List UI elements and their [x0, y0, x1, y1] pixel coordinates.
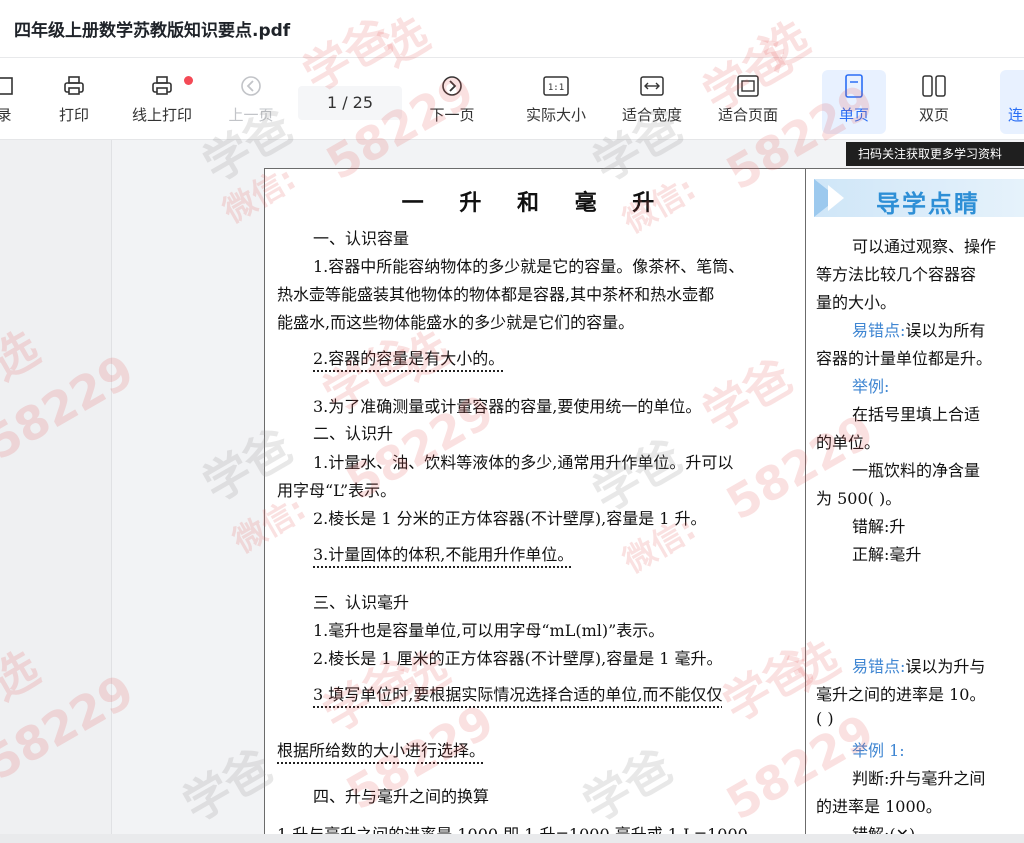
actual-size-icon: 1:1 [520, 72, 592, 100]
page-heading: 一 升 和 毫 升 [401, 190, 669, 216]
text-line: 一、认识容量 [313, 229, 410, 248]
promo-tooltip: 扫码关注获取更多学习资料 [846, 142, 1024, 166]
title-bar: 四年级上册数学苏教版知识要点.pdf [0, 0, 1024, 58]
toc-button[interactable]: 录 [0, 72, 22, 125]
wrong-answer-line: 错解:升 [852, 517, 906, 536]
pitfall-text: 误以为所有 [905, 321, 986, 340]
side-banner: 导学点睛 [814, 179, 1024, 218]
single-page-label: 单页 [838, 106, 869, 124]
side-text-line: 判断:升与毫升之间 [852, 769, 986, 788]
side-text-line: 易错点:误以为所有 [852, 317, 985, 341]
text-line-emphasis: 2.容器的容量是有大小的。 [313, 349, 505, 368]
side-text-line: 在括号里填上合适 [852, 405, 981, 424]
side-text-line: 等方法比较几个容器容 [816, 265, 977, 284]
document-title: 四年级上册数学苏教版知识要点.pdf [14, 21, 291, 41]
side-text-line: 容器的计量单位都是升。 [816, 349, 993, 368]
example-label: 举例 1: [852, 741, 905, 760]
continuous-label: 连 [1008, 106, 1024, 124]
double-page-button[interactable]: 双页 [908, 72, 960, 125]
actual-size-icon-text: 1:1 [548, 83, 564, 93]
side-text-line: 的单位。 [816, 433, 881, 452]
example-label: 举例: [852, 377, 890, 396]
text-line: 四、升与毫升之间的换算 [313, 787, 490, 806]
thumbnail-panel [0, 140, 112, 843]
actual-size-button[interactable]: 1:1 实际大小 [520, 72, 592, 125]
side-text-line: 可以通过观察、操作 [852, 237, 997, 256]
pitfall-label: 易错点: [852, 657, 906, 676]
text-line: 3.为了准确测量或计量容器的容量,要使用统一的单位。 [313, 397, 702, 416]
text-line: 用字母“L”表示。 [277, 481, 397, 500]
text-line: 1.容器中所能容纳物体的多少就是它的容量。像茶杯、笔筒、 [313, 257, 745, 276]
double-page-label: 双页 [918, 106, 949, 124]
prev-page-icon [226, 72, 276, 100]
text-line: 2.棱长是 1 分米的正方体容器(不计壁厚),容量是 1 升。 [313, 509, 707, 528]
fit-page-button[interactable]: 适合页面 [712, 72, 784, 125]
next-page-button[interactable]: 下一页 [426, 72, 478, 125]
fit-page-icon [712, 72, 784, 100]
fit-page-label: 适合页面 [717, 106, 778, 124]
continuous-icon [1000, 72, 1024, 100]
side-text-line: ( ) [816, 709, 834, 728]
double-page-icon [908, 72, 960, 100]
pdf-page: 一 升 和 毫 升 一、认识容量 1.容器中所能容纳物体的多少就是它的容量。像茶… [264, 168, 1024, 843]
next-page-icon [426, 72, 478, 100]
toc-icon [0, 72, 22, 100]
side-title: 导学点睛 [876, 189, 980, 218]
side-column: 导学点睛 可以通过观察、操作 等方法比较几个容器容 量的大小。 易错点:误以为所… [806, 169, 1024, 843]
text-line: 2.棱长是 1 厘米的正方体容器(不计壁厚),容量是 1 毫升。 [313, 649, 723, 668]
text-line-emphasis: 3.计量固体的体积,不能用升作单位。 [313, 545, 574, 564]
prev-page-label: 上一页 [228, 106, 274, 124]
fit-width-label: 适合宽度 [621, 106, 682, 124]
text-line-emphasis: 根据所给数的大小进行选择。 [277, 741, 486, 760]
pitfall-text: 误以为升与 [905, 657, 986, 676]
single-page-button[interactable]: 单页 [822, 70, 886, 134]
side-text-line: 易错点:误以为升与 [852, 653, 985, 677]
side-text-line: 毫升之间的进率是 10。 [816, 685, 986, 704]
pitfall-label: 易错点: [852, 321, 906, 340]
text-line: 能盛水,而这些物体能盛水的多少就是它们的容量。 [277, 313, 635, 332]
fit-width-button[interactable]: 适合宽度 [616, 72, 688, 125]
notification-dot [184, 76, 193, 85]
print-icon [52, 72, 96, 100]
fit-width-icon [616, 72, 688, 100]
text-line: 二、认识升 [313, 424, 394, 443]
viewer-toolbar: 录 打印 线上打印 上一页 1 / 25 下一页 1:1 实际大小 适合宽度 适… [0, 58, 1024, 140]
text-line: 热水壶等能盛装其他物体的物体都是容器,其中茶杯和热水壶都 [277, 285, 715, 304]
side-text-line: 的进率是 1000。 [816, 797, 942, 816]
prev-page-button[interactable]: 上一页 [226, 72, 276, 125]
online-print-label: 线上打印 [131, 106, 192, 124]
text-line: 三、认识毫升 [313, 593, 410, 612]
print-label: 打印 [58, 106, 89, 124]
next-page-label: 下一页 [429, 106, 475, 124]
side-text-line: 一瓶饮料的净含量 [852, 461, 981, 480]
page-indicator[interactable]: 1 / 25 [298, 86, 402, 120]
side-text-line: 为 500( )。 [816, 489, 902, 508]
main-column: 一 升 和 毫 升 一、认识容量 1.容器中所能容纳物体的多少就是它的容量。像茶… [265, 169, 805, 843]
toc-label: 录 [0, 106, 12, 124]
text-line-emphasis: 3 填写单位时,要根据实际情况选择合适的单位,而不能仅仅 [313, 685, 723, 704]
print-button[interactable]: 打印 [52, 72, 96, 125]
bottom-scrollbar[interactable] [0, 834, 1024, 843]
text-line: 1.毫升也是容量单位,可以用字母“mL(ml)”表示。 [313, 621, 665, 640]
text-line: 1.计量水、油、饮料等液体的多少,通常用升作单位。升可以 [313, 453, 734, 472]
continuous-button[interactable]: 连 [1000, 70, 1024, 134]
actual-size-label: 实际大小 [525, 106, 586, 124]
correct-answer-line: 正解:毫升 [852, 545, 922, 564]
single-page-icon [822, 72, 886, 100]
side-text-line: 量的大小。 [816, 293, 897, 312]
